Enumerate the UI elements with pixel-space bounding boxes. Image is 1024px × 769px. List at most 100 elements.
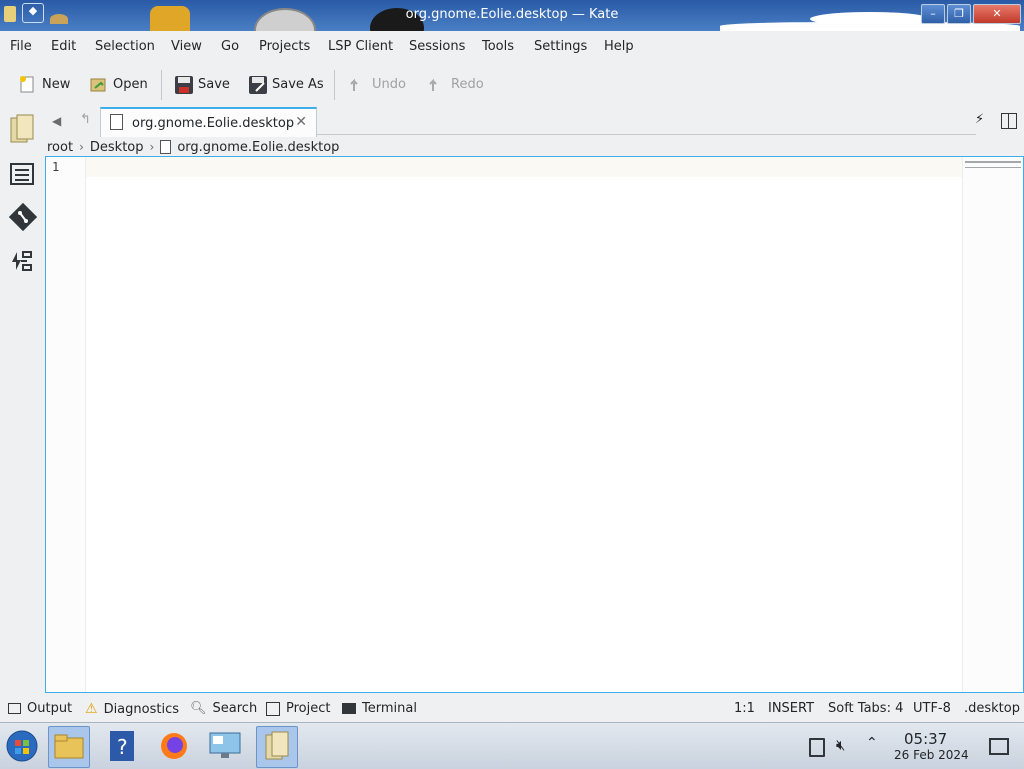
quick-open-icon[interactable]: ⚡ (975, 112, 984, 127)
main-toolbar: New Open Save Save As Undo Redo (0, 62, 1024, 106)
redo-icon (427, 75, 445, 93)
window-title: org.gnome.Eolie.desktop — Kate (405, 7, 619, 22)
current-line-highlight (86, 157, 963, 177)
undo-icon (348, 75, 366, 93)
save-label: Save (198, 76, 230, 92)
project-icon (266, 701, 280, 716)
terminal-label: Terminal (362, 701, 417, 716)
save-as-icon (248, 75, 267, 94)
breadcrumb-root[interactable]: root (47, 140, 73, 155)
menu-bar: File Edit Selection View Go Projects LSP… (0, 31, 1024, 60)
encoding-setting[interactable]: UTF-8 (913, 701, 951, 716)
open-button[interactable]: Open (89, 71, 148, 97)
tab-label: org.gnome.Eolie.desktop (132, 116, 295, 131)
maximize-button[interactable]: ❐ (947, 4, 971, 24)
status-bar: Output ⚠ Diagnostics 🔍︎ Search Project T… (0, 697, 1024, 721)
diagnostics-label: Diagnostics (103, 701, 179, 717)
breadcrumb-desktop[interactable]: Desktop (90, 140, 144, 155)
clock-time[interactable]: 05:37 (904, 730, 947, 748)
menu-tools[interactable]: Tools (482, 39, 514, 54)
menu-projects[interactable]: Projects (259, 39, 310, 54)
menu-settings[interactable]: Settings (534, 39, 587, 54)
svg-text:?: ? (117, 735, 128, 759)
save-as-label: Save As (272, 76, 324, 92)
show-desktop-icon[interactable] (989, 738, 1009, 755)
tab-bar: ◀ ↰ org.gnome.Eolie.desktop ✕ ⚡ (44, 106, 1024, 137)
minimap-scrollbar[interactable] (962, 157, 1023, 692)
menu-view[interactable]: View (171, 39, 202, 54)
line-number-gutter: 1 (46, 157, 86, 692)
system-settings-task[interactable] (205, 726, 245, 766)
redo-label: Redo (451, 76, 484, 92)
outline-list-icon[interactable] (9, 161, 35, 187)
save-as-button[interactable]: Save As (248, 71, 324, 97)
toolbar-separator (161, 70, 162, 100)
close-icon[interactable]: ✕ (295, 114, 307, 130)
close-button[interactable]: ✕ (973, 4, 1021, 24)
project-label: Project (286, 701, 331, 716)
split-divider (1008, 114, 1009, 128)
warning-icon: ⚠ (85, 701, 98, 717)
help-task[interactable]: ? (102, 726, 142, 766)
open-folder-icon (89, 75, 107, 93)
toolbar-separator (334, 70, 335, 100)
editor-area[interactable]: 1 (45, 156, 1024, 693)
kate-task[interactable] (256, 726, 298, 768)
undo-label: Undo (372, 76, 406, 92)
tab-history-icon[interactable]: ↰ (80, 112, 91, 127)
output-toolview-button[interactable]: Output (8, 701, 72, 716)
documents-icon[interactable] (9, 114, 35, 143)
open-label: Open (113, 76, 148, 92)
new-document-icon (18, 75, 36, 93)
redo-button[interactable]: Redo (427, 71, 484, 97)
menu-file[interactable]: File (10, 39, 32, 54)
symbol-tree-icon[interactable] (9, 248, 35, 274)
taskbar: ? 🔇︎ ⌃ 05:37 26 Feb 2024 (0, 722, 1024, 769)
new-label: New (42, 76, 71, 92)
window-titlebar[interactable]: ◆ org.gnome.Eolie.desktop — Kate – ❐ ✕ (0, 0, 1024, 31)
file-manager-task[interactable] (48, 726, 90, 768)
cursor-position[interactable]: 1:1 (734, 701, 755, 716)
minimize-button[interactable]: – (921, 4, 945, 24)
speaker-muted-icon[interactable]: 🔇︎ (836, 736, 845, 754)
save-button[interactable]: Save (174, 71, 230, 97)
undo-button[interactable]: Undo (348, 71, 406, 97)
menu-help[interactable]: Help (604, 39, 634, 54)
git-icon[interactable] (8, 202, 38, 232)
project-toolview-button[interactable]: Project (266, 701, 330, 716)
menu-edit[interactable]: Edit (51, 39, 76, 54)
start-menu-button[interactable] (2, 726, 42, 766)
breadcrumb-file[interactable]: org.gnome.Eolie.desktop (177, 140, 339, 155)
file-icon (160, 140, 172, 154)
tab-bar-divider (316, 134, 976, 135)
left-sidebar (0, 106, 44, 696)
menu-go[interactable]: Go (221, 39, 239, 54)
tab-back-icon[interactable]: ◀ (52, 114, 61, 128)
line-number: 1 (52, 160, 60, 174)
new-button[interactable]: New (18, 71, 70, 97)
search-label: Search (212, 701, 258, 716)
file-icon (110, 114, 123, 130)
file-type-setting[interactable]: .desktop (964, 701, 1020, 716)
tab-document[interactable]: org.gnome.Eolie.desktop ✕ (100, 107, 317, 137)
firefox-task[interactable] (154, 726, 194, 766)
terminal-icon (342, 703, 356, 714)
diagnostics-toolview-button[interactable]: ⚠ Diagnostics (85, 701, 179, 717)
clock-date[interactable]: 26 Feb 2024 (894, 748, 969, 762)
breadcrumb: root › Desktop › org.gnome.Eolie.desktop (47, 138, 339, 156)
clipboard-icon[interactable] (809, 738, 825, 757)
scrollbar-handle[interactable] (965, 161, 1021, 168)
save-icon (174, 75, 193, 94)
output-label: Output (27, 701, 73, 716)
indentation-setting[interactable]: Soft Tabs: 4 (828, 701, 903, 716)
search-toolview-button[interactable]: 🔍︎ Search (190, 701, 257, 716)
output-icon (8, 703, 21, 714)
chevron-right-icon: › (149, 140, 155, 154)
menu-sessions[interactable]: Sessions (409, 39, 465, 54)
split-view-icon[interactable] (1001, 113, 1017, 129)
terminal-toolview-button[interactable]: Terminal (342, 701, 417, 716)
chevron-up-icon[interactable]: ⌃ (866, 735, 878, 751)
input-mode[interactable]: INSERT (768, 701, 814, 716)
menu-selection[interactable]: Selection (95, 39, 155, 54)
menu-lsp-client[interactable]: LSP Client (328, 39, 393, 54)
